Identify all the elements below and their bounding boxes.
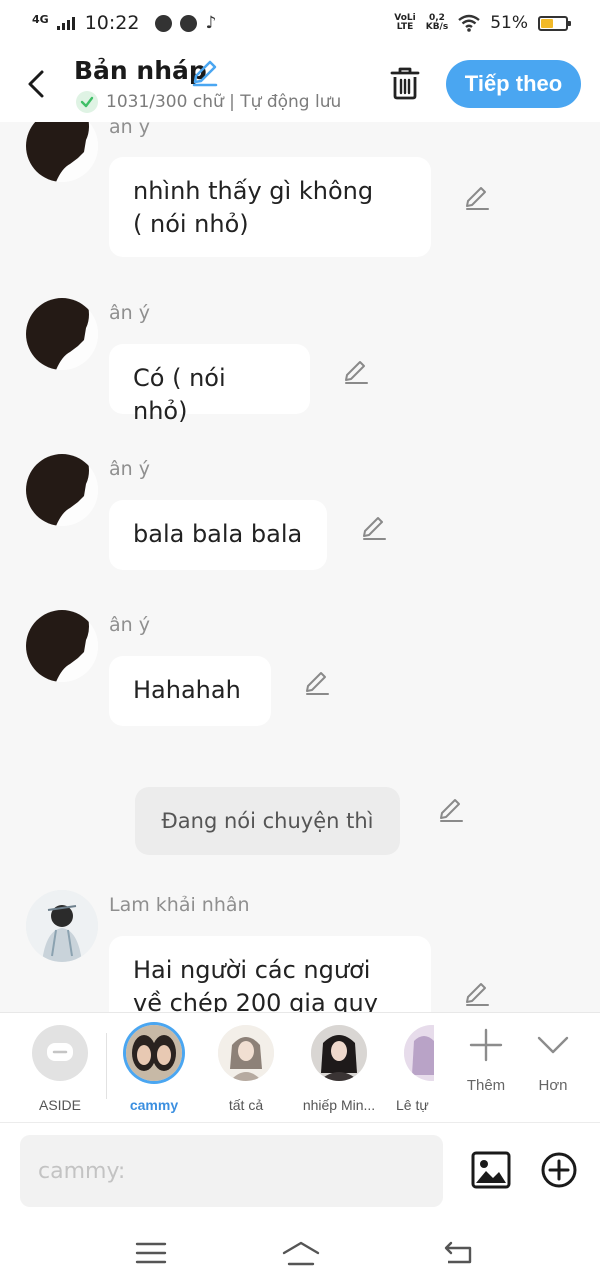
page-title: Bản nháp bbox=[74, 56, 207, 85]
add-circle-icon[interactable] bbox=[540, 1151, 578, 1189]
system-nav-bar bbox=[0, 1222, 600, 1287]
add-character-button[interactable]: Thêm bbox=[456, 1027, 516, 1094]
divider bbox=[106, 1033, 107, 1099]
edit-message-icon[interactable] bbox=[342, 358, 370, 386]
character-bar: ASIDE cammy tất cả nhiếp Min... Lê tự Th… bbox=[0, 1012, 600, 1122]
character-cammy[interactable]: cammy bbox=[114, 1025, 194, 1113]
menu-icon[interactable] bbox=[134, 1238, 168, 1268]
sender-name: ân ý bbox=[109, 614, 150, 636]
edit-message-icon[interactable] bbox=[437, 796, 465, 824]
edit-title-icon[interactable] bbox=[190, 58, 220, 88]
avatar[interactable] bbox=[26, 298, 98, 370]
next-button[interactable]: Tiếp theo bbox=[446, 60, 581, 108]
status-bar: 4G 10:22 ♪ VoLi LTE 0,2 KB/s 51% bbox=[0, 0, 600, 46]
character-label: Lê tự bbox=[396, 1097, 429, 1113]
plus-icon bbox=[469, 1028, 503, 1062]
status-time: 10:22 bbox=[84, 12, 140, 34]
network-type: 4G bbox=[32, 12, 49, 26]
character-label: ASIDE bbox=[38, 1097, 81, 1113]
battery-icon bbox=[538, 15, 571, 31]
signal-icon bbox=[56, 16, 75, 30]
volte-indicator: VoLi LTE bbox=[394, 13, 416, 32]
avatar bbox=[311, 1025, 367, 1081]
character-label: tất cả bbox=[228, 1097, 264, 1113]
trash-icon[interactable] bbox=[386, 64, 424, 102]
message-bubble[interactable]: Hahahah bbox=[109, 656, 271, 726]
aside-icon bbox=[32, 1025, 88, 1081]
battery-percent: 51% bbox=[490, 13, 528, 33]
avatar bbox=[126, 1025, 182, 1081]
sender-name: ân ý bbox=[109, 302, 150, 324]
input-row bbox=[0, 1122, 600, 1222]
sender-name: Lam khải nhân bbox=[109, 894, 250, 916]
more-characters-button[interactable]: Hơn bbox=[523, 1027, 583, 1094]
character-nhiep-minh[interactable]: nhiếp Min... bbox=[299, 1025, 379, 1113]
edit-message-icon[interactable] bbox=[463, 980, 491, 1008]
wifi-icon bbox=[458, 14, 480, 32]
network-speed: 0,2 KB/s bbox=[425, 13, 449, 32]
sender-name: ân ý bbox=[109, 458, 150, 480]
character-aside[interactable]: ASIDE bbox=[20, 1025, 100, 1113]
message-bubble[interactable]: nhình thấy gì không ( nói nhỏ) bbox=[109, 157, 431, 257]
back-nav-icon[interactable] bbox=[442, 1238, 476, 1268]
avatar[interactable] bbox=[26, 890, 98, 962]
messenger-icon bbox=[180, 14, 198, 32]
chevron-down-icon bbox=[537, 1036, 569, 1054]
character-le-tu[interactable]: Lê tự bbox=[384, 1025, 434, 1113]
home-icon[interactable] bbox=[281, 1238, 321, 1268]
message-bubble[interactable]: Hai người các ngươi về chép 200 gia quy … bbox=[109, 936, 431, 1012]
more-label: Hơn bbox=[538, 1077, 568, 1094]
message-input[interactable] bbox=[20, 1135, 443, 1207]
header: Bản nháp 1031/300 chữ | Tự động lưu Tiếp… bbox=[0, 46, 600, 122]
character-label: cammy bbox=[129, 1097, 179, 1113]
avatar[interactable] bbox=[26, 454, 98, 526]
edit-message-icon[interactable] bbox=[360, 514, 388, 542]
avatar bbox=[218, 1025, 274, 1081]
tiktok-icon: ♪ bbox=[205, 12, 217, 33]
browser-icon bbox=[155, 14, 173, 32]
sender-name: ân ý bbox=[109, 122, 150, 138]
add-label: Thêm bbox=[466, 1077, 506, 1094]
avatar[interactable] bbox=[26, 610, 98, 682]
character-tat-ca[interactable]: tất cả bbox=[206, 1025, 286, 1113]
check-icon bbox=[76, 91, 98, 113]
chat-area[interactable]: ân ý nhình thấy gì không ( nói nhỏ) ân ý… bbox=[0, 122, 600, 1012]
message-bubble[interactable]: Có ( nói nhỏ) bbox=[109, 344, 310, 425]
image-icon[interactable] bbox=[470, 1149, 512, 1191]
message-bubble[interactable]: bala bala bala bbox=[109, 500, 327, 570]
word-count-text: 1031/300 chữ | Tự động lưu bbox=[106, 92, 342, 112]
avatar bbox=[404, 1025, 434, 1081]
aside-bubble[interactable]: Đang nói chuyện thì bbox=[135, 787, 400, 855]
character-label: nhiếp Min... bbox=[302, 1097, 376, 1113]
edit-message-icon[interactable] bbox=[463, 184, 491, 212]
edit-message-icon[interactable] bbox=[303, 669, 331, 697]
word-count-status: 1031/300 chữ | Tự động lưu bbox=[76, 91, 341, 113]
avatar[interactable] bbox=[26, 122, 98, 182]
back-arrow-icon[interactable] bbox=[22, 66, 52, 102]
